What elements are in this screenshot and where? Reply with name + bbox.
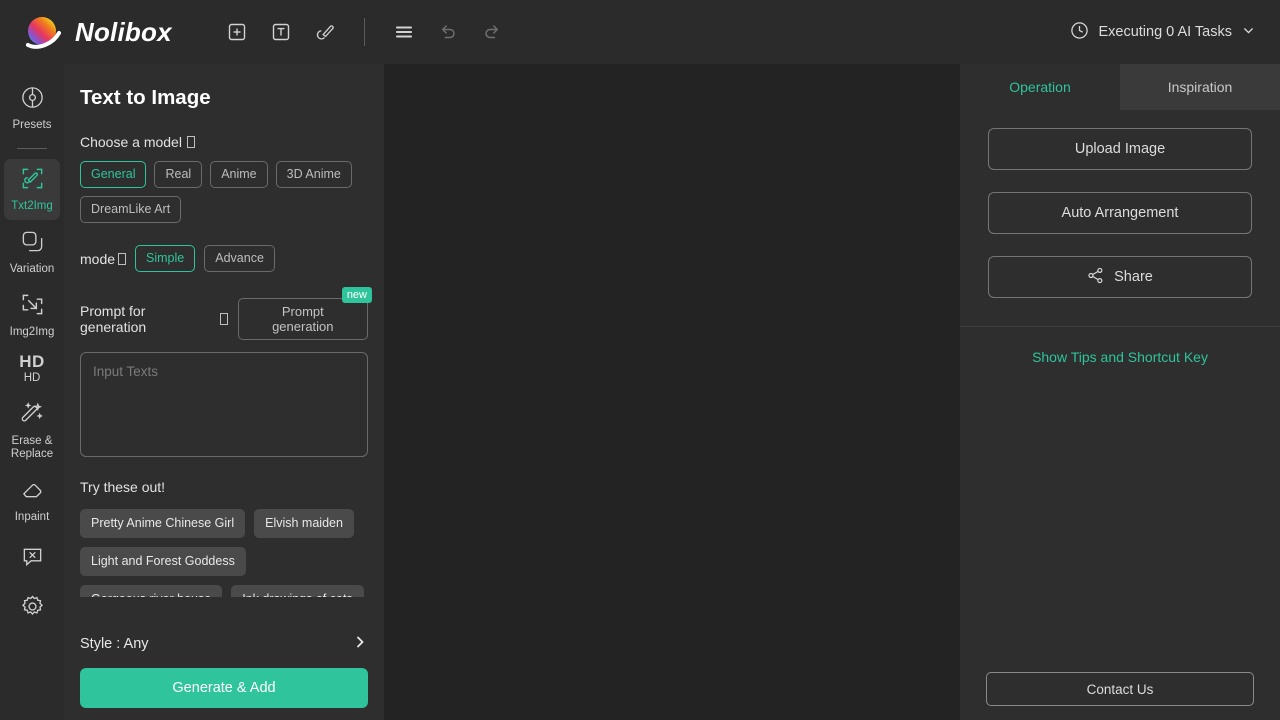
- model-chip-real[interactable]: Real: [154, 161, 203, 188]
- rail-divider: [17, 148, 47, 149]
- sidebar-item-inpaint[interactable]: Inpaint: [4, 470, 60, 531]
- nolibox-logo-icon: [22, 12, 62, 52]
- tab-inspiration[interactable]: Inspiration: [1120, 64, 1280, 110]
- new-badge: new: [341, 287, 372, 303]
- mode-chip-advance[interactable]: Advance: [204, 245, 275, 272]
- tab-operation[interactable]: Operation: [960, 64, 1120, 110]
- canvas-area[interactable]: [384, 64, 960, 720]
- sidebar-item-erase-replace[interactable]: Erase & Replace: [4, 394, 60, 468]
- share-label: Share: [1114, 269, 1153, 285]
- mode-label: mode: [80, 250, 127, 267]
- mode-chip-simple[interactable]: Simple: [135, 245, 196, 272]
- sidebar-item-hd[interactable]: HD HD: [4, 348, 60, 392]
- sidebar-item-variation[interactable]: Variation: [4, 222, 60, 283]
- chevron-down-icon[interactable]: [1241, 23, 1256, 42]
- app-header: Nolibox Executing 0 AI Tasks: [0, 0, 1280, 64]
- presets-icon: [20, 85, 45, 115]
- suggestion-chip[interactable]: Light and Forest Goddess: [80, 547, 246, 576]
- sidebar-item-label: HD: [23, 372, 41, 384]
- prompt-input[interactable]: [80, 352, 368, 457]
- mode-label-text: mode: [80, 250, 116, 267]
- right-panel-footer: Contact Us: [960, 672, 1280, 706]
- suggestion-chip[interactable]: Ink drawings of cats: [231, 585, 364, 597]
- suggestion-chip-list: Pretty Anime Chinese Girl Elvish maiden …: [80, 509, 368, 597]
- choose-model-text: Choose a model: [80, 134, 182, 150]
- undo-icon[interactable]: [431, 15, 465, 49]
- info-icon: [219, 313, 228, 325]
- brand-name: Nolibox: [75, 16, 172, 47]
- hd-icon: HD: [19, 352, 45, 371]
- sidebar-item-txt2img[interactable]: Txt2Img: [4, 159, 60, 220]
- sidebar-item-label: Inpaint: [14, 511, 50, 523]
- choose-model-label: Choose a model: [80, 134, 368, 150]
- ai-tasks-label: Executing 0 AI Tasks: [1098, 24, 1232, 40]
- redo-icon[interactable]: [475, 15, 509, 49]
- sidebar-item-img2img[interactable]: Img2Img: [4, 285, 60, 346]
- share-button[interactable]: Share: [988, 256, 1252, 298]
- ai-tasks-status[interactable]: Executing 0 AI Tasks: [1064, 15, 1262, 50]
- model-chip-anime[interactable]: Anime: [210, 161, 268, 188]
- gear-icon[interactable]: [4, 582, 60, 631]
- suggestion-chip[interactable]: Elvish maiden: [254, 509, 354, 538]
- generate-and-add-button[interactable]: Generate & Add: [80, 668, 368, 708]
- txt2img-icon: [20, 166, 45, 196]
- app-root: Nolibox Executing 0 AI Tasks Presets Txt…: [0, 0, 1280, 720]
- info-icon: [186, 136, 195, 148]
- eraser-icon: [20, 477, 45, 507]
- model-chip-general[interactable]: General: [80, 161, 147, 188]
- sidebar-item-presets[interactable]: Presets: [4, 78, 60, 139]
- left-rail: Presets Txt2Img Variation Img2Img HD HD …: [0, 64, 64, 720]
- sidebar-item-label: Img2Img: [9, 326, 55, 338]
- style-selector-row[interactable]: Style : Any: [80, 622, 368, 668]
- right-panel: Operation Inspiration Upload Image Auto …: [960, 64, 1280, 720]
- mode-row: mode Simple Advance: [80, 245, 368, 272]
- magic-wand-icon: [20, 401, 45, 431]
- right-panel-tabs: Operation Inspiration: [960, 64, 1280, 110]
- brush-button[interactable]: [308, 15, 342, 49]
- variation-icon: [20, 229, 45, 259]
- header-toolbar: [220, 15, 509, 49]
- contact-us-button[interactable]: Contact Us: [986, 672, 1254, 706]
- sidebar-item-label: Presets: [12, 119, 52, 131]
- header-right: Executing 0 AI Tasks: [1064, 15, 1262, 50]
- prompt-header: Prompt for generation Prompt generation …: [80, 287, 372, 340]
- brand[interactable]: Nolibox: [22, 12, 172, 52]
- share-icon: [1087, 267, 1104, 288]
- img2img-icon: [20, 292, 45, 322]
- add-element-button[interactable]: [220, 15, 254, 49]
- hamburger-menu-icon[interactable]: [387, 15, 421, 49]
- prompt-generation-button[interactable]: Prompt generation: [237, 298, 368, 340]
- upload-image-label: Upload Image: [1074, 141, 1166, 157]
- show-tips-link[interactable]: Show Tips and Shortcut Key: [960, 327, 1280, 387]
- try-these-out-label: Try these out!: [80, 479, 166, 495]
- feedback-bubble-icon[interactable]: [4, 533, 60, 580]
- model-chip-row: General Real Anime 3D Anime DreamLike Ar…: [80, 161, 368, 223]
- auto-arrangement-button[interactable]: Auto Arrangement: [988, 192, 1252, 234]
- app-body: Presets Txt2Img Variation Img2Img HD HD …: [0, 64, 1280, 720]
- sidebar-item-label: Variation: [9, 263, 55, 275]
- sidebar-item-label: Erase & Replace: [10, 435, 54, 460]
- auto-arrangement-label: Auto Arrangement: [1061, 205, 1179, 221]
- panel-footer: Style : Any Generate & Add: [64, 622, 384, 720]
- sidebar-item-label: Txt2Img: [11, 200, 53, 212]
- model-chip-3d-anime[interactable]: 3D Anime: [275, 161, 352, 188]
- prompt-label: Prompt for generation: [80, 303, 228, 335]
- style-selector-label: Style : Any: [80, 636, 149, 652]
- page-title: Text to Image: [80, 86, 211, 109]
- prompt-label-text: Prompt for generation: [80, 303, 147, 335]
- toolbar-divider: [363, 18, 365, 46]
- add-text-button[interactable]: [264, 15, 298, 49]
- chevron-right-icon[interactable]: [352, 634, 368, 654]
- suggestion-chip[interactable]: Pretty Anime Chinese Girl: [80, 509, 246, 538]
- info-icon: [118, 252, 127, 265]
- operation-panel-body: Upload Image Auto Arrangement Share: [960, 110, 1280, 320]
- suggestion-chip[interactable]: Gorgeous river house: [80, 585, 223, 597]
- txt2img-panel: Text to Image Choose a model General Rea…: [64, 64, 384, 720]
- upload-image-button[interactable]: Upload Image: [988, 128, 1252, 170]
- model-chip-dreamlike-art[interactable]: DreamLike Art: [80, 196, 182, 223]
- clock-icon: [1070, 21, 1089, 44]
